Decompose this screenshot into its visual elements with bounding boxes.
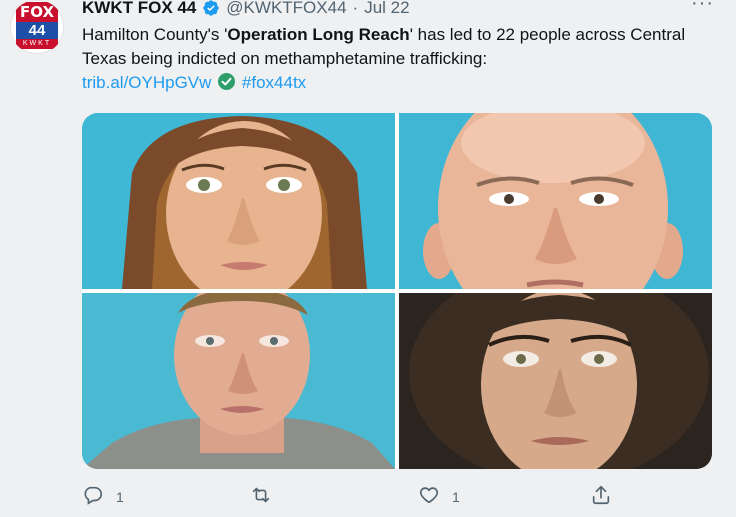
- photo-1[interactable]: [82, 113, 395, 289]
- tweet-hashtag[interactable]: #fox44tx: [242, 73, 306, 92]
- photo-4[interactable]: [399, 293, 712, 469]
- separator-dot: ·: [352, 0, 359, 17]
- tweet-text-bold: Operation Long Reach: [227, 25, 410, 44]
- more-icon[interactable]: ···: [691, 0, 714, 15]
- photo-3[interactable]: [82, 293, 395, 469]
- tweet-text: Hamilton County's 'Operation Long Reach'…: [82, 23, 712, 95]
- reply-icon: [82, 484, 104, 509]
- avatar-logo-mid: 44: [16, 22, 58, 39]
- tweet-date[interactable]: Jul 22: [364, 0, 409, 18]
- share-icon: [590, 484, 612, 509]
- like-count: 1: [452, 488, 460, 505]
- avatar-logo-bottom: KWKT: [16, 39, 58, 49]
- tweet-link[interactable]: trib.al/OYHpGVw: [82, 73, 211, 92]
- tweet-actions: 1 1: [82, 484, 642, 508]
- author-handle[interactable]: @KWKTFOX44: [226, 0, 346, 18]
- retweet-icon: [250, 484, 272, 509]
- photo-2[interactable]: [399, 113, 712, 289]
- reply-button[interactable]: 1: [82, 484, 124, 509]
- verified-badge-icon: [202, 0, 220, 17]
- media-grid: [82, 113, 712, 469]
- avatar-logo-top: FOX: [16, 2, 58, 22]
- retweet-button[interactable]: [250, 484, 284, 509]
- reply-count: 1: [116, 488, 124, 505]
- check-mark-emoji-icon: [218, 73, 236, 90]
- tweet: FOX 44 KWKT KWKT FOX 44 @KWKTFOX44 · Jul…: [0, 0, 736, 517]
- tweet-header: KWKT FOX 44 @KWKTFOX44 · Jul 22: [82, 0, 410, 20]
- share-button[interactable]: [590, 484, 624, 509]
- like-button[interactable]: 1: [418, 484, 460, 509]
- heart-icon: [418, 484, 440, 509]
- tweet-text-before: Hamilton County's ': [82, 25, 228, 44]
- author-name[interactable]: KWKT FOX 44: [82, 0, 196, 18]
- avatar[interactable]: FOX 44 KWKT: [10, 0, 64, 54]
